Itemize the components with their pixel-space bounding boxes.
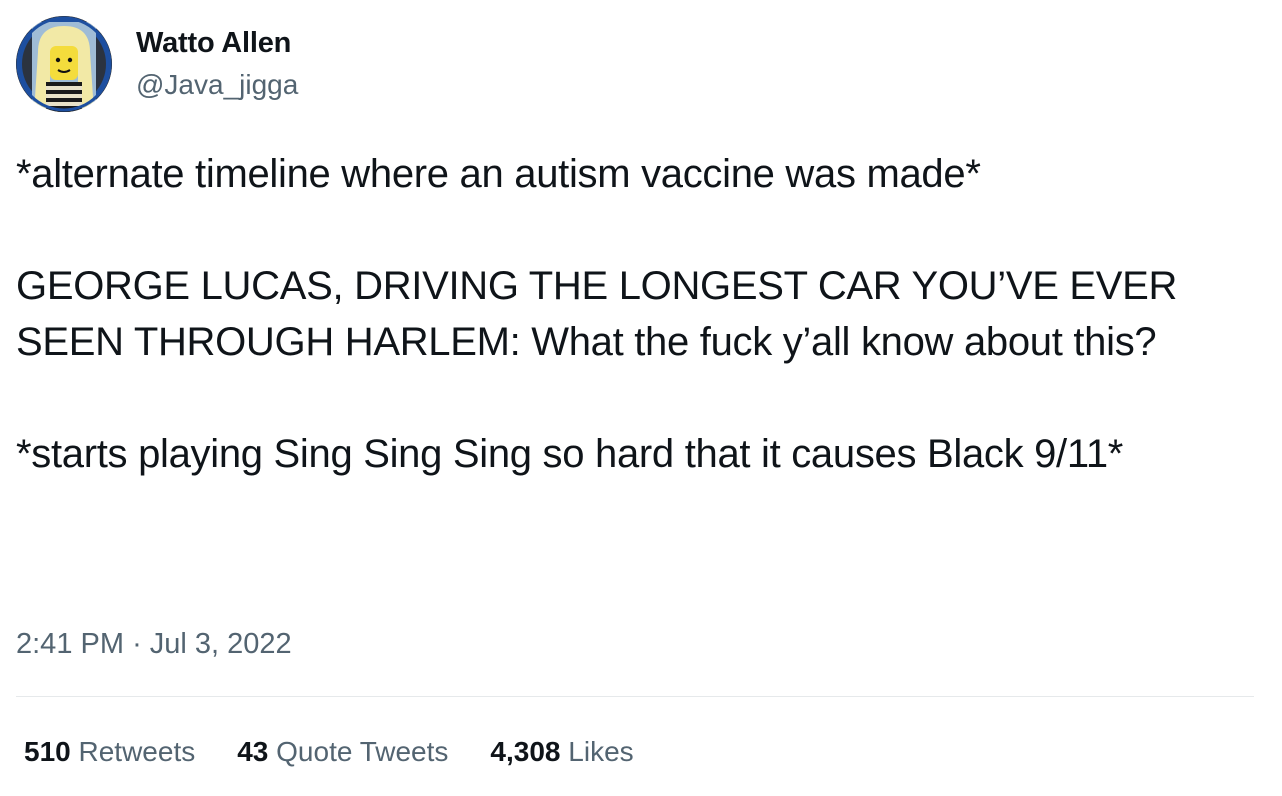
engagement-stats: 510 Retweets 43 Quote Tweets 4,308 Likes [24,732,634,772]
retweets-stat[interactable]: 510 Retweets [24,732,195,772]
tweet-date: Jul 3, 2022 [149,628,292,660]
quote-tweets-stat[interactable]: 43 Quote Tweets [237,732,448,772]
meta-separator: · [132,628,142,660]
likes-label: Likes [568,736,634,767]
quote-tweets-count: 43 [237,736,269,767]
likes-count: 4,308 [490,736,561,767]
user-handle[interactable]: @Java_jigga [136,67,298,103]
tweet: Watto Allen @Java_jigga *alternate timel… [0,0,1282,796]
tweet-timestamp[interactable]: 2:41 PM · Jul 3, 2022 [16,624,292,664]
retweets-count: 510 [24,736,71,767]
lego-minifigure-avatar-icon [16,16,112,112]
tweet-text: *alternate timeline where an autism vacc… [16,152,1178,476]
divider [16,696,1254,697]
retweets-label: Retweets [78,736,196,767]
quote-tweets-label: Quote Tweets [276,736,449,767]
display-name[interactable]: Watto Allen [136,25,298,61]
avatar[interactable] [16,16,112,112]
likes-stat[interactable]: 4,308 Likes [490,732,633,772]
tweet-time: 2:41 PM [16,628,124,660]
author-info: Watto Allen @Java_jigga [136,25,298,103]
